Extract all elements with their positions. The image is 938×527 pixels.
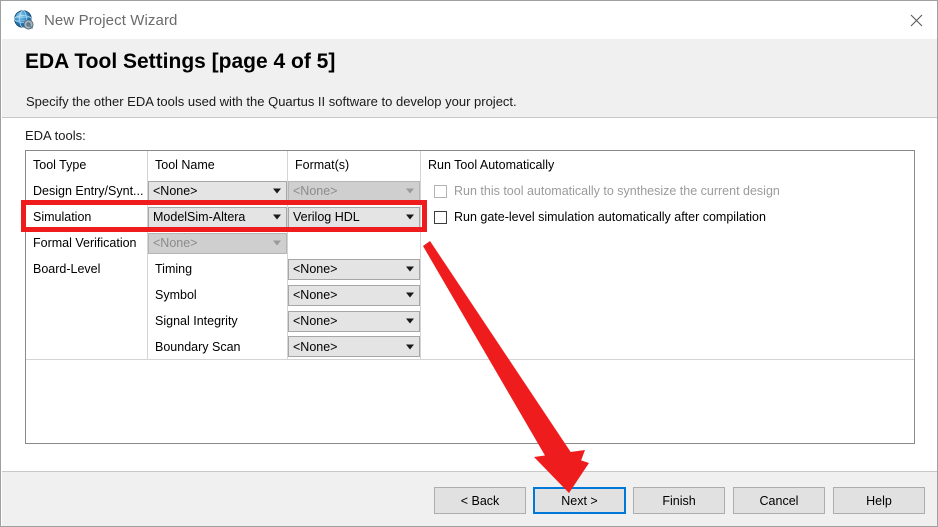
format-value: <None>: [293, 262, 338, 276]
new-project-wizard-window: New Project Wizard EDA Tool Settings [pa…: [0, 0, 938, 527]
cell-tool-name: Signal Integrity: [148, 308, 288, 334]
close-button[interactable]: [893, 1, 937, 39]
cell-tool-type: [26, 282, 148, 308]
help-button[interactable]: Help: [833, 487, 925, 514]
button-bar: < Back Next > Finish Cancel Help: [2, 471, 937, 526]
table-row: Formal Verification <None>: [26, 230, 914, 256]
chevron-down-icon: [406, 292, 414, 298]
cell-run-automatically: Run this tool automatically to synthesiz…: [421, 178, 914, 204]
chevron-down-icon: [273, 214, 281, 220]
cell-format: <None>: [288, 178, 421, 204]
cell-run-automatically: Run gate-level simulation automatically …: [421, 204, 914, 230]
quartus-globe-icon: [14, 10, 34, 30]
run-tool-checkbox-row-design-entry: Run this tool automatically to synthesiz…: [428, 184, 780, 198]
chevron-down-icon: [406, 344, 414, 349]
cell-tool-name: Boundary Scan: [148, 334, 288, 359]
run-tool-checkbox-label: Run gate-level simulation automatically …: [454, 210, 766, 224]
format-dropdown-simulation[interactable]: Verilog HDL: [288, 206, 420, 228]
chevron-down-icon: [406, 266, 414, 272]
cell-format: Verilog HDL: [288, 204, 421, 230]
column-header-tool-type: Tool Type: [26, 151, 148, 178]
cell-format: [288, 230, 421, 256]
page-title: EDA Tool Settings [page 4 of 5]: [25, 50, 336, 73]
cell-tool-name: ModelSim-Altera: [148, 204, 288, 230]
table-row: Board-Level Timing <None>: [26, 256, 914, 282]
format-value: Verilog HDL: [293, 210, 360, 224]
format-dropdown-design-entry: <None>: [288, 180, 420, 202]
format-value: <None>: [293, 184, 338, 198]
page-subtitle: Specify the other EDA tools used with th…: [26, 94, 517, 109]
tool-name-value: <None>: [153, 184, 198, 198]
run-gate-level-simulation-checkbox[interactable]: [434, 210, 447, 224]
tool-name-dropdown-simulation[interactable]: ModelSim-Altera: [148, 206, 287, 228]
cell-tool-name: <None>: [148, 178, 288, 204]
finish-button[interactable]: Finish: [633, 487, 725, 514]
format-dropdown-boundary-scan[interactable]: <None>: [288, 336, 420, 357]
eda-tools-label: EDA tools:: [25, 128, 86, 143]
format-dropdown-symbol[interactable]: <None>: [288, 284, 420, 306]
format-dropdown-signal-integrity[interactable]: <None>: [288, 310, 420, 332]
format-value: <None>: [293, 339, 338, 354]
cell-run-automatically: [421, 282, 914, 308]
cell-tool-name: <None>: [148, 230, 288, 256]
window-title: New Project Wizard: [44, 11, 178, 29]
next-button[interactable]: Next >: [533, 487, 626, 514]
column-header-formats: Format(s): [288, 151, 421, 178]
table-row: Design Entry/Synt... <None> <None> Run t…: [26, 178, 914, 204]
run-tool-checkbox-design-entry: [434, 184, 447, 198]
run-tool-checkbox-row-simulation: Run gate-level simulation automatically …: [428, 210, 766, 224]
header-band: EDA Tool Settings [page 4 of 5] Specify …: [2, 39, 937, 118]
chevron-down-icon: [406, 318, 414, 324]
format-value: <None>: [293, 288, 338, 302]
tool-name-value: <None>: [153, 236, 198, 250]
cancel-button[interactable]: Cancel: [733, 487, 825, 514]
eda-tools-table: Tool Type Tool Name Format(s) Run Tool A…: [25, 150, 915, 444]
cell-run-automatically: [421, 308, 914, 334]
table-header-row: Tool Type Tool Name Format(s) Run Tool A…: [26, 151, 914, 178]
cell-format: <None>: [288, 334, 421, 359]
table-row: Signal Integrity <None>: [26, 308, 914, 334]
cell-tool-type: Board-Level: [26, 256, 148, 282]
run-tool-checkbox-label: Run this tool automatically to synthesiz…: [454, 184, 780, 198]
chevron-down-icon: [406, 188, 414, 194]
cell-tool-type: Design Entry/Synt...: [26, 178, 148, 204]
chevron-down-icon: [273, 188, 281, 194]
close-icon: [910, 14, 922, 26]
cell-tool-name: Timing: [148, 256, 288, 282]
cell-format: <None>: [288, 256, 421, 282]
cell-run-automatically: [421, 256, 914, 282]
tool-name-value: ModelSim-Altera: [153, 210, 246, 224]
format-dropdown-timing[interactable]: <None>: [288, 258, 420, 280]
column-header-run-tool-automatically: Run Tool Automatically: [428, 157, 555, 172]
table-row: Symbol <None>: [26, 282, 914, 308]
cell-run-automatically: [421, 334, 914, 359]
cell-tool-type: [26, 334, 148, 359]
cell-tool-type: Simulation: [26, 204, 148, 230]
title-bar: New Project Wizard: [1, 1, 937, 39]
cell-tool-name: Symbol: [148, 282, 288, 308]
tool-name-dropdown-design-entry[interactable]: <None>: [148, 180, 287, 202]
cell-tool-type: Formal Verification: [26, 230, 148, 256]
content-area: EDA tools: Tool Type Tool Name Format(s)…: [2, 119, 937, 471]
cell-tool-type: [26, 308, 148, 334]
back-button[interactable]: < Back: [434, 487, 526, 514]
table-row-simulation: Simulation ModelSim-Altera Verilog HDL R…: [26, 204, 914, 230]
chevron-down-icon: [273, 240, 281, 246]
column-header-tool-name: Tool Name: [148, 151, 288, 178]
cell-format: <None>: [288, 308, 421, 334]
format-value: <None>: [293, 314, 338, 328]
cell-format: <None>: [288, 282, 421, 308]
table-row: Boundary Scan <None>: [26, 334, 914, 360]
chevron-down-icon: [406, 214, 414, 220]
tool-name-dropdown-formal-verification: <None>: [148, 232, 287, 254]
cell-run-automatically: [421, 230, 914, 256]
